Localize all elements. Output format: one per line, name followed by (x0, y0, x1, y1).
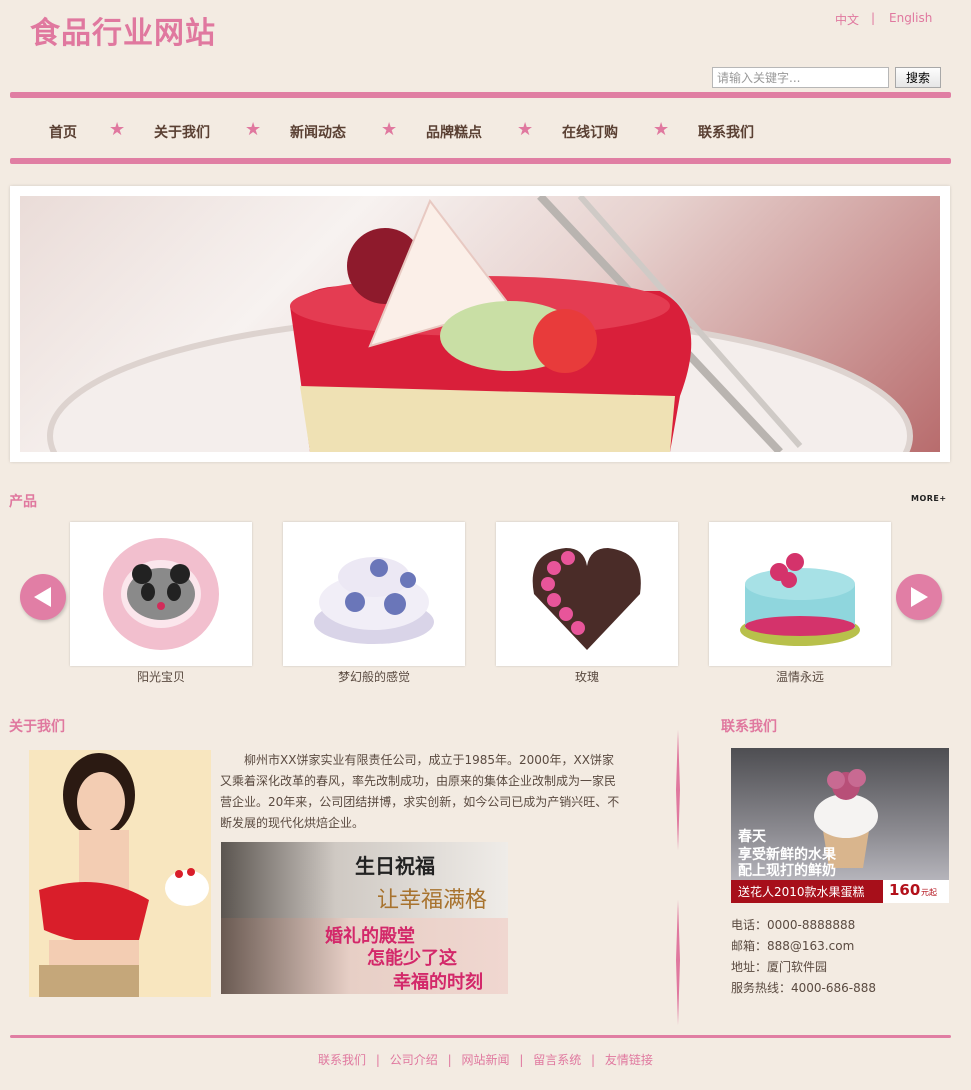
footer-link-news[interactable]: 网站新闻 (461, 1053, 509, 1067)
promo-caption: 送花人2010款水果蛋糕 (738, 885, 865, 899)
search-button[interactable]: 搜索 (895, 67, 941, 88)
contact-title: 联系我们 (721, 719, 777, 735)
banner-cake-image[interactable] (20, 196, 940, 452)
product-card-image[interactable] (283, 522, 465, 666)
carousel-prev-button[interactable] (20, 574, 66, 620)
product-card-image[interactable] (70, 522, 252, 666)
lang-separator: | (871, 11, 876, 25)
product-name[interactable]: 阳光宝贝 (70, 668, 252, 685)
star-icon: ★ (381, 119, 398, 140)
section-divider-ornament (676, 730, 680, 1025)
promo-caption-bar: 送花人2010款水果蛋糕 160 元起 (731, 880, 949, 903)
nav-item-home[interactable]: 首页 (49, 122, 77, 142)
about-model-image (29, 750, 211, 997)
fruit-cake-promo-banner[interactable]: 春天 享受新鲜的水果 配上现打的鲜奶 送花人2010款水果蛋糕 160 元起 (731, 748, 949, 903)
about-title: 关于我们 (9, 719, 65, 735)
product-name[interactable]: 玫瑰 (496, 668, 678, 685)
wedding-promo-line2: 怎能少了这 (367, 948, 457, 969)
wedding-promo-banner[interactable]: 婚礼的殿堂 怎能少了这 幸福的时刻 (221, 918, 508, 994)
price-tag: 160 元起 (883, 880, 949, 903)
nav-item-contact[interactable]: 联系我们 (698, 122, 754, 142)
product-name[interactable]: 梦幻般的感觉 (283, 668, 465, 685)
star-icon: ★ (517, 119, 534, 140)
nav-top-border (10, 92, 951, 98)
contact-email: 邮箱：888@163.com (731, 939, 855, 953)
footer-link-guestbook[interactable]: 留言系统 (533, 1053, 581, 1067)
contact-address: 地址：厦门软件园 (731, 960, 828, 974)
footer-link-contact[interactable]: 联系我们 (318, 1053, 366, 1067)
product-name[interactable]: 温情永远 (709, 668, 891, 685)
promo-line-spring: 春天 (738, 829, 766, 845)
star-icon: ★ (653, 119, 670, 140)
star-icon: ★ (245, 119, 262, 140)
nav-item-about[interactable]: 关于我们 (154, 122, 210, 142)
search-input[interactable] (712, 67, 889, 88)
footer-nav: 联系我们 | 公司介绍 | 网站新闻 | 留言系统 | 友情链接 (0, 1051, 971, 1068)
footer-link-company[interactable]: 公司介绍 (390, 1053, 438, 1067)
nav-item-brand-cakes[interactable]: 品牌糕点 (426, 122, 482, 142)
birthday-promo-subtitle: 让幸福满格 (377, 888, 488, 913)
lang-chinese-link[interactable]: 中文 (835, 11, 859, 28)
birthday-promo-banner[interactable]: 生日祝福 让幸福满格 (221, 842, 508, 918)
products-title: 产品 (9, 494, 37, 510)
footer-link-friends[interactable]: 友情链接 (605, 1053, 653, 1067)
product-card-image[interactable] (709, 522, 891, 666)
footer-separator: | (591, 1053, 596, 1067)
arrow-left-icon (34, 587, 51, 607)
site-logo[interactable]: 食品行业网站 (30, 8, 216, 52)
carousel-next-button[interactable] (896, 574, 942, 620)
contact-phone: 电话：0000-8888888 (731, 918, 856, 932)
nav-item-news[interactable]: 新闻动态 (290, 122, 346, 142)
footer-separator: | (447, 1053, 452, 1067)
contact-hotline: 服务热线：4000-686-888 (731, 981, 877, 995)
footer-border (10, 1035, 951, 1038)
wedding-promo-line3: 幸福的时刻 (393, 972, 483, 993)
arrow-right-icon (911, 587, 928, 607)
nav-bottom-border (10, 158, 951, 164)
products-more-link[interactable]: MORE+ (911, 494, 947, 503)
star-icon: ★ (109, 119, 126, 140)
footer-separator: | (519, 1053, 524, 1067)
promo-line-milk: 配上现打的鲜奶 (738, 863, 836, 879)
promo-price: 160 (889, 881, 921, 899)
about-description: 柳州市XX饼家实业有限责任公司，成立于1985年。2000年，XX饼家又乘着深化… (220, 753, 620, 830)
lang-english-link[interactable]: English (889, 11, 932, 25)
promo-price-unit: 元起 (921, 888, 937, 897)
nav-item-order-online[interactable]: 在线订购 (562, 122, 618, 142)
product-card-image[interactable] (496, 522, 678, 666)
birthday-promo-title: 生日祝福 (355, 854, 435, 878)
footer-separator: | (375, 1053, 380, 1067)
